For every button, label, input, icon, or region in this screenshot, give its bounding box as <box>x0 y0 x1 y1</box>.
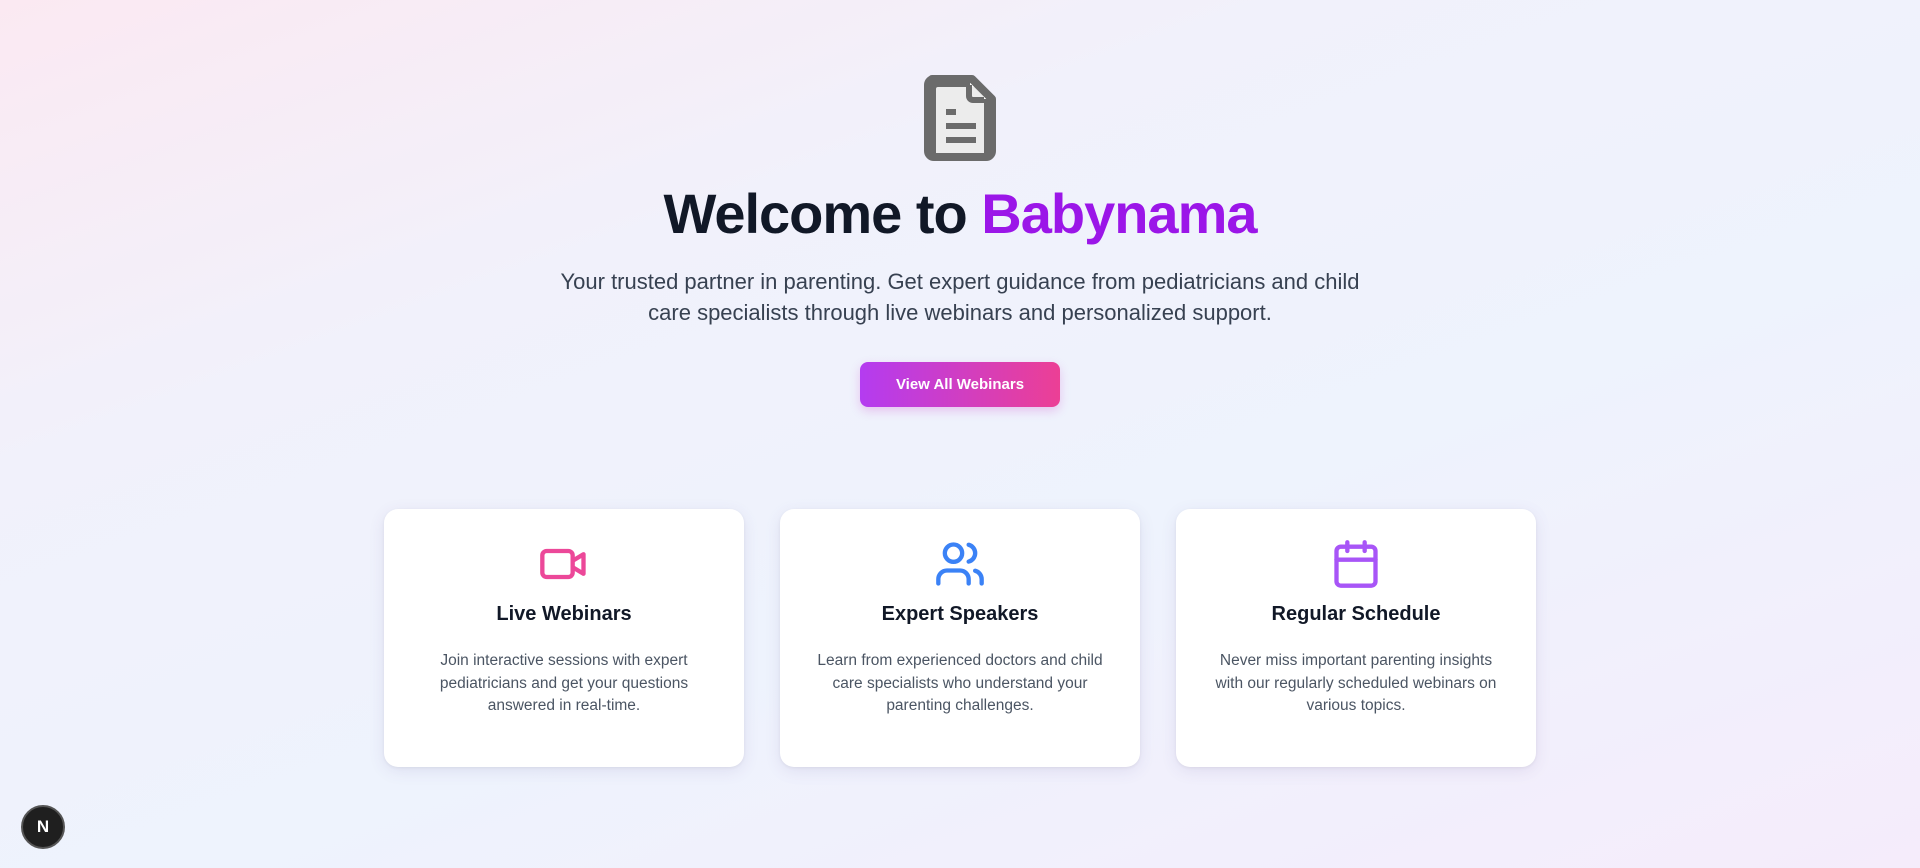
brand-name: Babynama <box>981 182 1257 245</box>
feature-description: Never miss important parenting insights … <box>1215 652 1497 714</box>
users-icon <box>936 542 984 586</box>
feature-description: Learn from experienced doctors and child… <box>817 652 1103 714</box>
feature-card-regular-schedule: Regular Schedule Never miss important pa… <box>1176 509 1536 767</box>
dev-tools-badge[interactable]: N <box>21 805 65 849</box>
feature-cards: Live Webinars Join interactive sessions … <box>384 509 1536 767</box>
calendar-icon <box>1334 540 1378 588</box>
feature-description: Join interactive sessions with expert pe… <box>439 652 689 714</box>
feature-title: Expert Speakers <box>881 603 1039 625</box>
page-title: Welcome to Babynama <box>663 176 1257 252</box>
feature-title: Regular Schedule <box>1271 603 1441 625</box>
view-all-webinars-button[interactable]: View All Webinars <box>860 362 1060 407</box>
hero-section: Welcome to Babynama Your trusted partner… <box>0 0 1920 407</box>
feature-card-expert-speakers: Expert Speakers Learn from experienced d… <box>780 509 1140 767</box>
title-prefix: Welcome to <box>663 182 982 245</box>
feature-card-live-webinars: Live Webinars Join interactive sessions … <box>384 509 744 767</box>
feature-title: Live Webinars <box>496 603 632 625</box>
hero-subtitle: Your trusted partner in parenting. Get e… <box>560 269 1360 325</box>
document-icon <box>924 75 996 161</box>
video-camera-icon <box>540 548 586 580</box>
